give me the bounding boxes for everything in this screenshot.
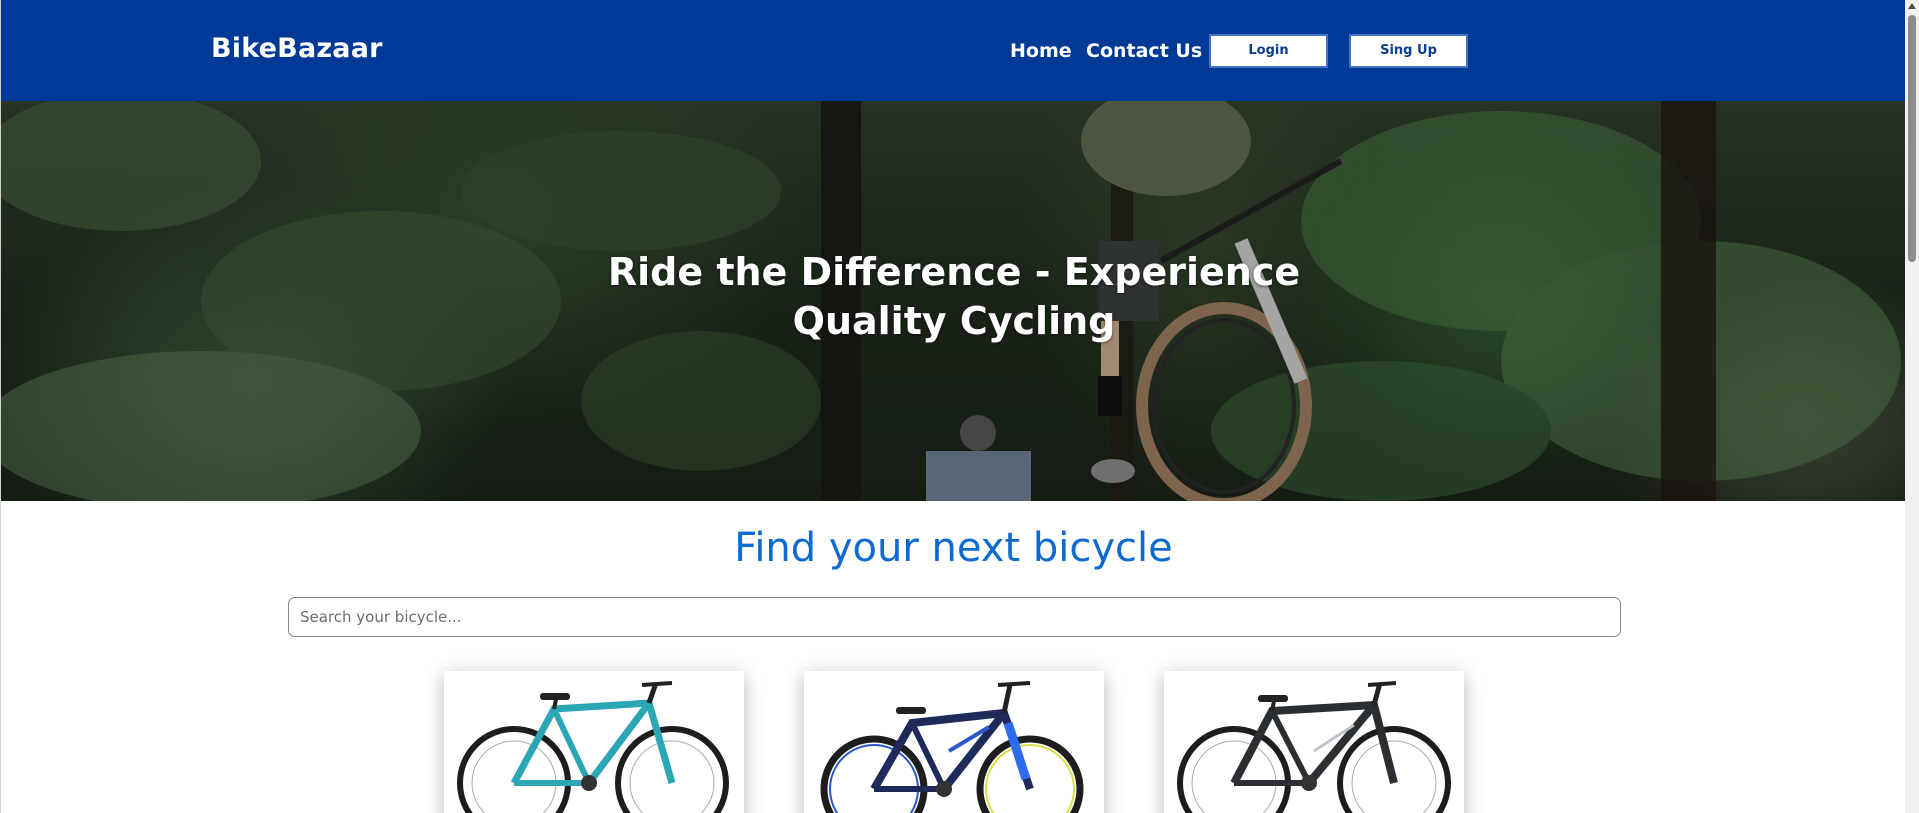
brand-logo[interactable]: BikeBazaar [211,33,383,64]
vertical-scrollbar[interactable] [1905,0,1919,813]
login-button[interactable]: Login [1209,34,1328,68]
search-input[interactable] [288,597,1621,637]
signup-button[interactable]: Sing Up [1349,34,1468,68]
product-card[interactable] [1164,671,1464,813]
page-title: Find your next bicycle [734,525,1173,571]
nav-link-contact[interactable]: Contact Us [1086,40,1202,62]
teal-mountain-bike-icon [457,681,729,813]
scroll-up-arrow-icon[interactable] [1908,3,1916,9]
nav-link-home[interactable]: Home [1010,40,1072,62]
product-card[interactable] [804,671,1104,813]
page: BikeBazaar Home Contact Us Login Sing Up [0,0,1905,813]
black-blue-kids-bike-icon [820,681,1084,813]
hero-banner: Ride the Difference - Experience Quality… [1,101,1905,501]
hero-title: Ride the Difference - Experience Quality… [607,250,1301,343]
navbar: BikeBazaar Home Contact Us Login Sing Up [1,0,1905,101]
scroll-thumb[interactable] [1908,15,1916,262]
black-grey-mountain-bike-icon [1177,681,1451,813]
product-card[interactable] [444,671,744,813]
